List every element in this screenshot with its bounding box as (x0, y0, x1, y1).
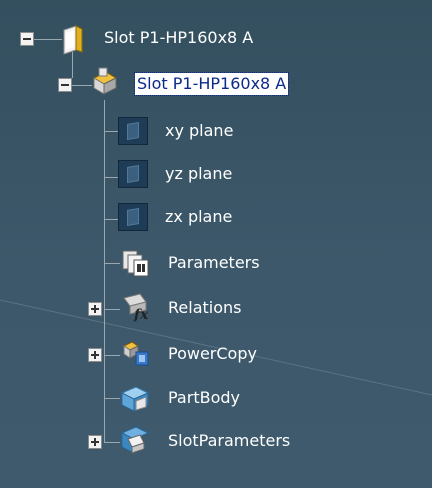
powercopy-icon (123, 341, 149, 366)
tree-node-relations[interactable]: fx Relations (118, 292, 318, 322)
collapse-part-toggle[interactable] (58, 78, 72, 92)
tree-node-slotparameters[interactable]: SlotParameters (118, 425, 358, 454)
expand-powercopy-toggle[interactable] (88, 348, 102, 362)
tree-node-zx-plane[interactable]: zx plane (118, 203, 318, 231)
svg-text:fx: fx (133, 307, 149, 322)
expand-slotparameters-toggle[interactable] (88, 435, 102, 449)
part-document-icon (63, 25, 83, 55)
xy-plane-label: xy plane (165, 121, 234, 140)
relations-icon: fx (123, 293, 149, 322)
powercopy-label: PowerCopy (168, 344, 257, 363)
zx-plane-label: zx plane (165, 207, 233, 226)
specification-tree: Slot P1-HP160x8 A Slot P1-HP160x8 A xy p… (0, 0, 432, 488)
partbody-label: PartBody (168, 388, 240, 407)
collapse-root-toggle[interactable] (20, 32, 34, 46)
partbody-icon (120, 386, 150, 412)
expand-relations-toggle[interactable] (88, 302, 102, 316)
relations-label: Relations (168, 298, 242, 317)
slot-parameters-icon (120, 426, 150, 454)
tree-node-root[interactable]: Slot P1-HP160x8 A (58, 24, 358, 55)
plane-icon (118, 203, 148, 231)
tree-node-parameters[interactable]: Parameters (118, 248, 338, 277)
tree-node-part[interactable]: Slot P1-HP160x8 A (88, 66, 348, 96)
tree-node-xy-plane[interactable]: xy plane (118, 117, 318, 145)
tree-node-partbody[interactable]: PartBody (118, 383, 318, 412)
plane-icon (118, 117, 148, 145)
tree-node-powercopy[interactable]: PowerCopy (118, 338, 338, 366)
tree-connector (104, 100, 105, 442)
part-node-label: Slot P1-HP160x8 A (133, 72, 290, 96)
parameters-icon (122, 250, 149, 277)
plane-icon (118, 160, 148, 188)
root-node-label: Slot P1-HP160x8 A (104, 28, 254, 47)
slotparameters-label: SlotParameters (168, 431, 291, 450)
part-icon (92, 67, 118, 95)
yz-plane-label: yz plane (165, 164, 233, 183)
tree-node-yz-plane[interactable]: yz plane (118, 160, 318, 188)
parameters-label: Parameters (168, 253, 260, 272)
